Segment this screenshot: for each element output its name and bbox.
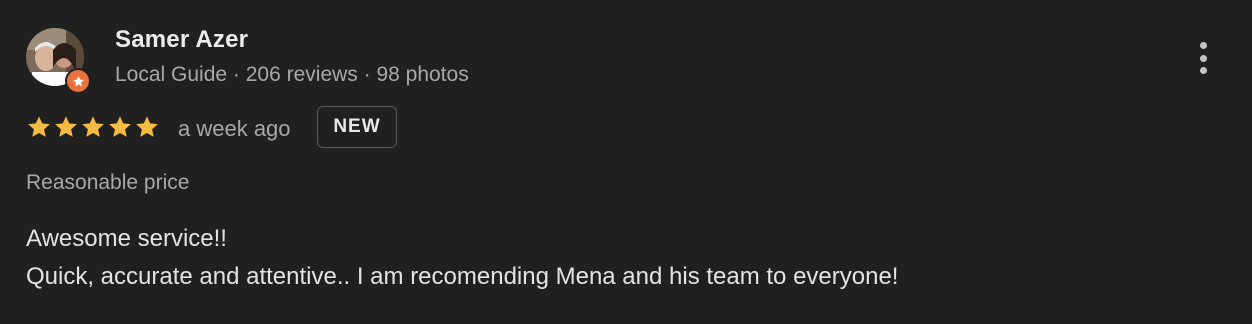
review-attribute: Reasonable price xyxy=(26,171,190,194)
local-guide-star-icon xyxy=(72,75,84,86)
more-dot xyxy=(1199,42,1207,49)
more-dot xyxy=(1199,67,1207,74)
star-rating xyxy=(26,114,160,140)
review-text: Awesome service!! Quick, accurate and at… xyxy=(26,220,898,296)
star-icon xyxy=(109,116,131,137)
more-vert-icon[interactable] xyxy=(1188,38,1218,78)
review-time: a week ago xyxy=(178,116,291,141)
new-badge: NEW xyxy=(317,106,397,148)
reviewer-name[interactable]: Samer Azer xyxy=(115,26,248,54)
avatar[interactable] xyxy=(26,28,91,94)
star-icon xyxy=(82,116,104,137)
reviewer-meta: Local Guide · 206 reviews · 98 photos xyxy=(115,63,469,86)
star-icon xyxy=(136,116,158,137)
review-line: Awesome service!! xyxy=(26,225,227,252)
review-line: Quick, accurate and attentive.. I am rec… xyxy=(26,263,899,290)
star-icon xyxy=(28,116,50,137)
local-guide-badge xyxy=(65,68,91,94)
star-icon xyxy=(55,116,77,137)
more-dot xyxy=(1199,54,1207,62)
